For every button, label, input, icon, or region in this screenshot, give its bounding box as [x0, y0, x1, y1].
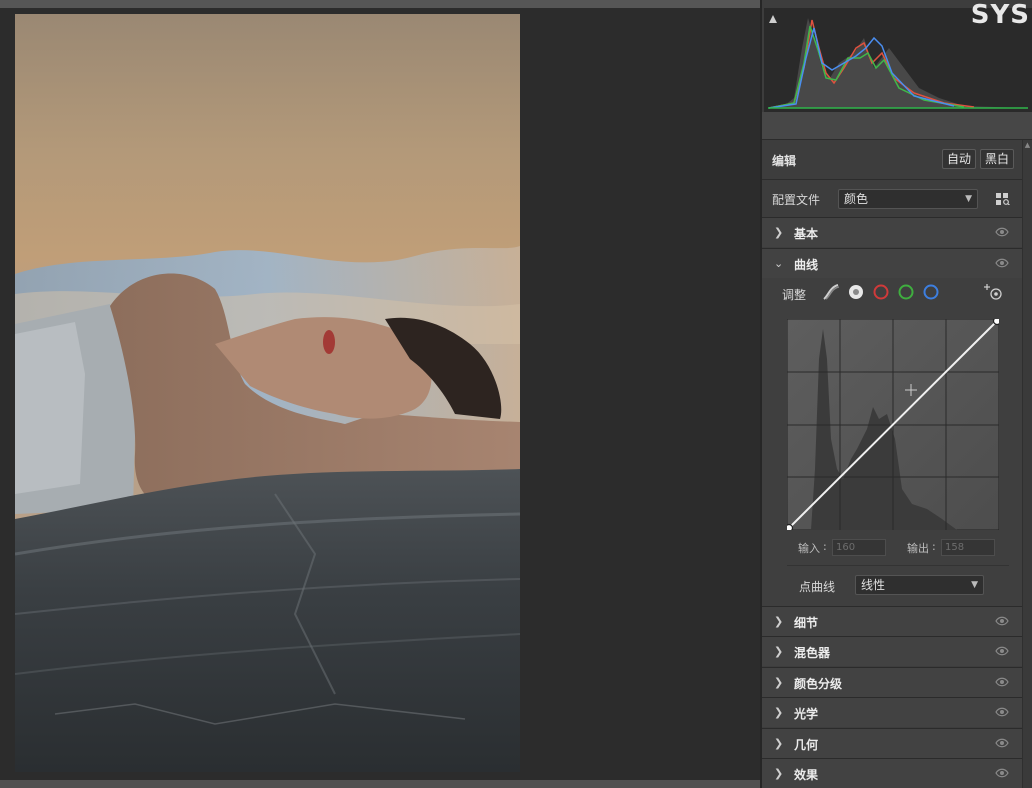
input-label: 输入: [798, 542, 820, 555]
section-basic-title: 基本: [794, 227, 819, 241]
eye-icon[interactable]: [995, 258, 1009, 268]
chevron-down-icon: ▼: [965, 194, 972, 204]
section-effects[interactable]: ❯ 效果: [762, 758, 1022, 788]
curves-divider: [787, 565, 1009, 566]
point-curve-select-value: 线性: [861, 578, 886, 592]
chevron-right-icon: ❯: [774, 645, 784, 658]
point-curve-label: 点曲线: [799, 580, 836, 594]
chevron-right-icon: ❯: [774, 706, 784, 719]
profile-browser-grid-icon[interactable]: [996, 193, 1010, 205]
section-curves[interactable]: ⌄ 曲线: [762, 248, 1022, 278]
section-color-mixer-title: 混色器: [794, 646, 831, 660]
profile-row: 配置文件 颜色 ▼: [762, 181, 1022, 217]
clipping-warning-icon[interactable]: [768, 14, 778, 24]
section-detail[interactable]: ❯ 细节: [762, 606, 1022, 636]
input-value-field[interactable]: 160: [832, 539, 886, 556]
chevron-right-icon: ❯: [774, 226, 784, 239]
photo-image: [15, 14, 520, 772]
eye-icon[interactable]: [995, 677, 1009, 687]
adjust-label: 调整: [782, 288, 807, 302]
photo-preview[interactable]: [15, 14, 520, 772]
blue-channel-icon[interactable]: [923, 284, 939, 300]
histogram: SYS: [764, 0, 1032, 112]
edit-header: 编辑 自动 黑白: [762, 140, 1022, 180]
section-geometry[interactable]: ❯ 几何: [762, 728, 1022, 758]
curves-panel: 调整 输入: 160 输出: 158 点曲线 线性 ▼: [762, 278, 1022, 606]
section-detail-title: 细节: [794, 616, 819, 630]
point-curve-white-channel-icon[interactable]: [848, 284, 864, 300]
point-curve-select[interactable]: 线性 ▼: [855, 575, 984, 595]
red-channel-icon[interactable]: [873, 284, 889, 300]
chevron-down-icon: ⌄: [774, 257, 784, 270]
section-geometry-title: 几何: [794, 738, 819, 752]
edit-title: 编辑: [772, 154, 797, 168]
output-label: 输出: [907, 542, 929, 555]
green-channel-icon[interactable]: [898, 284, 914, 300]
lightroom-app: SYS ▲ 编辑 自动 黑白 配置文件 颜色 ▼ ❯ 基本 ⌄ 曲线 调整 输入…: [0, 0, 1032, 788]
auto-button[interactable]: 自动: [942, 149, 977, 169]
scroll-up-icon[interactable]: ▲: [1023, 140, 1032, 150]
section-optics-title: 光学: [794, 707, 819, 721]
chevron-right-icon: ❯: [774, 615, 784, 628]
eye-icon[interactable]: [995, 738, 1009, 748]
tone-curve-graph[interactable]: [787, 319, 999, 530]
section-color-grading[interactable]: ❯ 颜色分级: [762, 667, 1022, 697]
profile-select[interactable]: 颜色 ▼: [838, 189, 978, 209]
watermark-text: SYS: [970, 0, 1030, 30]
panel-spacer: [762, 112, 1032, 140]
chevron-down-icon: ▼: [971, 580, 978, 590]
section-curves-title: 曲线: [794, 258, 819, 272]
output-value-field[interactable]: 158: [941, 539, 995, 556]
eye-icon[interactable]: [995, 227, 1009, 237]
section-color-mixer[interactable]: ❯ 混色器: [762, 636, 1022, 666]
edit-panel: SYS ▲ 编辑 自动 黑白 配置文件 颜色 ▼ ❯ 基本 ⌄ 曲线 调整 输入…: [760, 0, 1032, 788]
chevron-right-icon: ❯: [774, 676, 784, 689]
panel-scrollbar[interactable]: ▲: [1022, 140, 1032, 788]
eye-icon[interactable]: [995, 707, 1009, 717]
section-color-grading-title: 颜色分级: [794, 677, 843, 691]
eye-icon[interactable]: [995, 616, 1009, 626]
profile-select-value: 颜色: [844, 192, 869, 206]
eye-icon[interactable]: [995, 768, 1009, 778]
section-effects-title: 效果: [794, 768, 819, 782]
bottom-bar: [0, 780, 760, 788]
targeted-adjustment-icon[interactable]: [983, 283, 1003, 301]
profile-label: 配置文件: [772, 193, 821, 207]
parametric-curve-icon[interactable]: [822, 284, 840, 300]
image-canvas[interactable]: [0, 8, 760, 780]
section-basic[interactable]: ❯ 基本: [762, 217, 1022, 247]
eye-icon[interactable]: [995, 646, 1009, 656]
black-white-button[interactable]: 黑白: [980, 149, 1015, 169]
chevron-right-icon: ❯: [774, 767, 784, 780]
section-optics[interactable]: ❯ 光学: [762, 697, 1022, 727]
chevron-right-icon: ❯: [774, 737, 784, 750]
